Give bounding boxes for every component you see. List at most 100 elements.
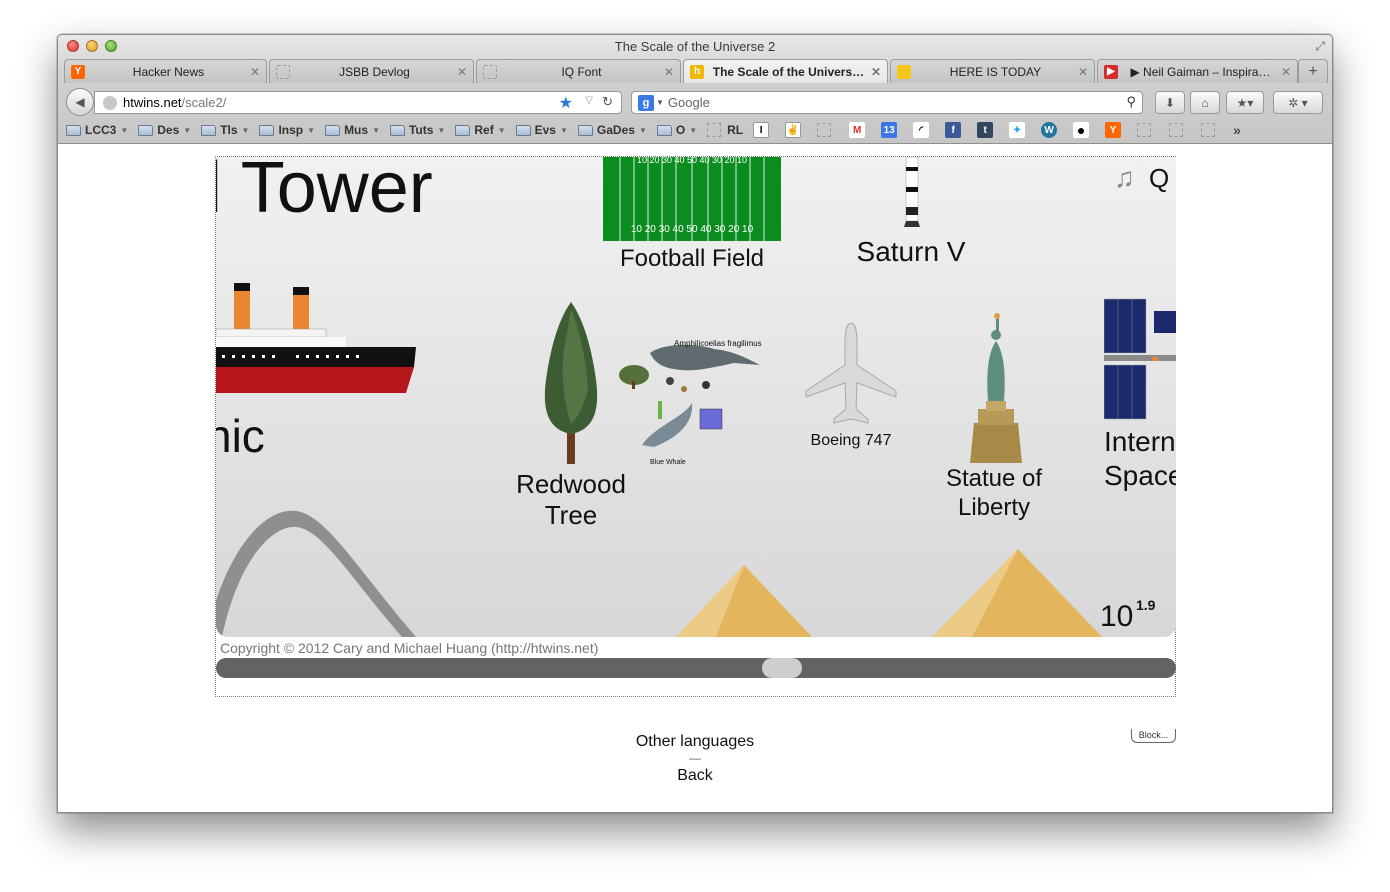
tumblr-icon[interactable]: t bbox=[977, 122, 994, 138]
home-button[interactable]: ⌂ bbox=[1190, 91, 1220, 114]
calendar-icon[interactable]: 13 bbox=[881, 122, 898, 138]
bookmark-folder-label: Ref bbox=[474, 123, 494, 137]
dropdown-icon: ▼ bbox=[638, 125, 647, 135]
bookmark-rl[interactable]: RL bbox=[707, 123, 743, 137]
close-tab-icon[interactable]: ✕ bbox=[664, 65, 674, 79]
iss-label: Intern Space bbox=[1104, 426, 1176, 491]
other-languages-link[interactable]: Other languages bbox=[58, 733, 1332, 751]
bookmark-folder-insp[interactable]: Insp ▼ bbox=[259, 123, 315, 137]
statue-of-liberty-image[interactable] bbox=[966, 313, 1026, 469]
hacker-news-icon: Y bbox=[71, 64, 85, 79]
overflow-chevron-icon[interactable]: » bbox=[1233, 122, 1241, 138]
bookmarks-menu-button[interactable]: ★▾ bbox=[1226, 91, 1264, 114]
scale-scene[interactable]: l Tower 10 20 30 40 50 40 30 20 10 10 20… bbox=[216, 157, 1176, 637]
close-tab-icon[interactable]: ✕ bbox=[457, 65, 467, 79]
instapaper-icon[interactable]: I bbox=[753, 122, 770, 138]
size-comparison-cluster[interactable] bbox=[614, 341, 774, 471]
twitter-icon[interactable]: ✦ bbox=[1009, 122, 1026, 138]
bookmark-folder-lcc3[interactable]: LCC3 ▼ bbox=[66, 123, 128, 137]
site-identity-icon[interactable] bbox=[103, 95, 117, 110]
peace-icon[interactable]: ✌ bbox=[785, 122, 802, 138]
new-tab-button[interactable]: + bbox=[1298, 59, 1328, 83]
bookmark-folder-ref[interactable]: Ref ▼ bbox=[455, 123, 506, 137]
tab-scale-of-universe[interactable]: h The Scale of the Univers… ✕ bbox=[683, 59, 888, 83]
back-button[interactable]: ◀ bbox=[66, 88, 94, 116]
tab-here-is-today[interactable]: HERE IS TODAY ✕ bbox=[890, 59, 1095, 83]
google-icon[interactable]: g bbox=[638, 94, 654, 111]
addon-button[interactable]: ✲ ▾ bbox=[1273, 91, 1323, 114]
close-tab-icon[interactable]: ✕ bbox=[1281, 65, 1291, 79]
close-tab-icon[interactable]: ✕ bbox=[871, 65, 881, 79]
boeing-747-image[interactable] bbox=[804, 321, 898, 429]
international-space-station-image[interactable] bbox=[1104, 297, 1176, 421]
wordpress-icon[interactable]: W bbox=[1041, 122, 1058, 138]
football-field-image[interactable]: 10 20 30 40 50 40 30 20 10 10 20 30 40 5… bbox=[603, 157, 781, 241]
tab-label: Hacker News bbox=[132, 64, 205, 79]
folder-icon bbox=[577, 124, 593, 136]
gmail-icon[interactable]: M bbox=[849, 122, 866, 138]
bookmark-folder-tls[interactable]: Tls ▼ bbox=[201, 123, 249, 137]
gateway-arch-image[interactable] bbox=[216, 507, 426, 637]
dropdown-icon: ▼ bbox=[497, 125, 506, 135]
music-toggle-icon[interactable]: ♫ bbox=[1114, 161, 1135, 195]
bookmark-folder-o[interactable]: O ▼ bbox=[656, 123, 698, 137]
tab-hacker-news[interactable]: Y Hacker News ✕ bbox=[64, 59, 267, 83]
browser-window: The Scale of the Universe 2 ⤢ Y Hacker N… bbox=[57, 34, 1333, 813]
blank-bookmark-icon[interactable] bbox=[1169, 123, 1184, 137]
tab-jsbb-devlog[interactable]: JSBB Devlog ✕ bbox=[269, 59, 474, 83]
saturn-v-rocket-image[interactable] bbox=[902, 157, 922, 229]
bookmark-folder-label: Des bbox=[157, 123, 180, 137]
bookmark-folder-label: Evs bbox=[534, 123, 556, 137]
dropdown-icon: ▼ bbox=[559, 125, 568, 135]
window-title: The Scale of the Universe 2 bbox=[614, 39, 776, 54]
close-tab-icon[interactable]: ✕ bbox=[1078, 65, 1088, 79]
blank-page-icon bbox=[276, 64, 290, 79]
bookmark-folder-tuts[interactable]: Tuts ▼ bbox=[389, 123, 445, 137]
pyramid-large-image[interactable] bbox=[932, 549, 1102, 637]
yellow-square-icon bbox=[897, 64, 911, 79]
search-icon[interactable]: ⚲ bbox=[1126, 94, 1136, 110]
rss-icon[interactable]: ◜ bbox=[913, 122, 930, 138]
blank-bookmark-icon[interactable] bbox=[1201, 123, 1216, 137]
url-host: htwins.net bbox=[123, 95, 182, 110]
fullscreen-icon[interactable]: ⤢ bbox=[1315, 39, 1325, 54]
redwood-tree-image[interactable] bbox=[536, 300, 606, 466]
pyramid-small-image[interactable] bbox=[676, 565, 816, 637]
dropdown-icon: ▼ bbox=[689, 125, 698, 135]
bookmark-folder-evs[interactable]: Evs ▼ bbox=[515, 123, 568, 137]
tab-label: IQ Font bbox=[561, 64, 602, 79]
bookmark-folder-gades[interactable]: GaDes ▼ bbox=[577, 123, 647, 137]
zoom-slider[interactable] bbox=[216, 658, 1176, 678]
statue-of-liberty-label: Statue of Liberty bbox=[945, 465, 1043, 521]
tab-label: The Scale of the Univers… bbox=[712, 64, 865, 79]
tab-strip: Y Hacker News ✕ JSBB Devlog ✕ IQ Font ✕ … bbox=[62, 59, 1328, 83]
zoom-slider-thumb[interactable] bbox=[762, 658, 802, 678]
bookmark-folder-label: O bbox=[675, 123, 686, 137]
search-engine-dropdown-icon[interactable]: ▼ bbox=[656, 98, 664, 107]
downloads-button[interactable]: ⬇ bbox=[1155, 91, 1185, 114]
folder-icon bbox=[656, 124, 672, 136]
blank-page-icon bbox=[483, 64, 497, 79]
hacker-news-bookmark-icon[interactable]: Y bbox=[1105, 122, 1122, 138]
bookmark-star-icon[interactable]: ★ bbox=[559, 93, 573, 113]
dropdown-icon: ▼ bbox=[241, 125, 250, 135]
facebook-icon[interactable]: f bbox=[945, 122, 962, 138]
folder-icon bbox=[455, 124, 471, 136]
tab-neil-gaiman[interactable]: ▶ ▶ Neil Gaiman – Inspira… ✕ bbox=[1097, 59, 1298, 83]
reload-icon[interactable]: ↻ bbox=[602, 94, 613, 110]
link-separator: — bbox=[689, 751, 701, 765]
blank-bookmark-icon[interactable] bbox=[817, 123, 832, 137]
blank-bookmark-icon[interactable] bbox=[1137, 123, 1152, 137]
search-bar[interactable]: g ▼ Google ⚲ bbox=[631, 91, 1143, 114]
bookmark-folder-des[interactable]: Des ▼ bbox=[138, 123, 191, 137]
titanic-ship-image[interactable] bbox=[216, 275, 421, 399]
bookmark-folder-mus[interactable]: Mus ▼ bbox=[325, 123, 380, 137]
back-link[interactable]: Back bbox=[58, 767, 1332, 785]
close-tab-icon[interactable]: ✕ bbox=[250, 65, 260, 79]
folder-icon bbox=[66, 124, 81, 136]
history-dropdown-icon[interactable]: ▽ bbox=[585, 95, 593, 106]
address-bar[interactable]: htwins.net/scale2/ ★ ▽ ↻ bbox=[94, 91, 622, 114]
quality-toggle-button[interactable]: Q bbox=[1149, 163, 1169, 194]
tab-iq-font[interactable]: IQ Font ✕ bbox=[476, 59, 681, 83]
github-icon[interactable]: ● bbox=[1073, 122, 1090, 138]
